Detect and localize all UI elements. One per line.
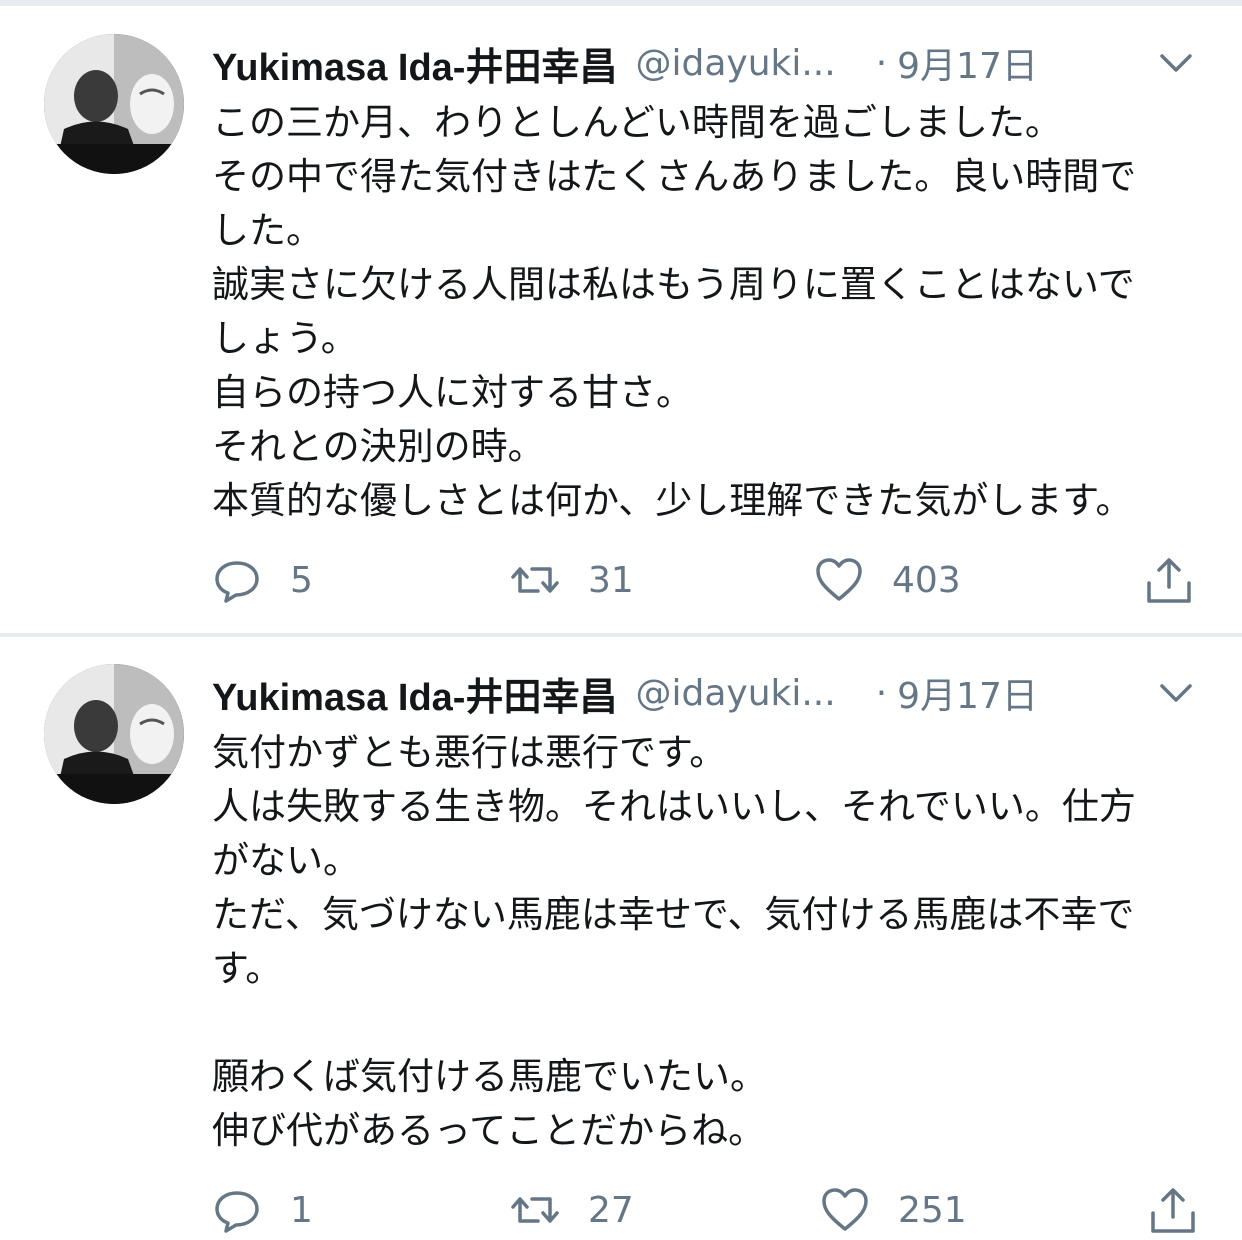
tweet-header: Yukimasa Ida-井田幸昌 @idayuki... · 9月17日 bbox=[212, 666, 1038, 721]
tweet-date[interactable]: 9月17日 bbox=[897, 667, 1038, 719]
share-button[interactable] bbox=[1144, 550, 1194, 610]
reply-icon bbox=[212, 1185, 262, 1235]
tweet-text-line: 本質的な優しさとは何か、少し理解できた気がします。 bbox=[212, 479, 1133, 522]
tweet-actions: 5 31 403 bbox=[0, 550, 1242, 610]
reply-icon bbox=[212, 555, 262, 605]
tweet-text-line: す。 bbox=[212, 947, 283, 990]
reply-count: 1 bbox=[290, 1189, 313, 1231]
tweet-text-line: 気付かずとも悪行は悪行です。 bbox=[212, 731, 727, 774]
tweet[interactable]: Yukimasa Ida-井田幸昌 @idayuki... · 9月17日 この… bbox=[0, 0, 1242, 636]
reply-button[interactable]: 5 bbox=[212, 550, 313, 610]
like-button[interactable]: 251 bbox=[820, 1180, 967, 1240]
retweet-icon bbox=[510, 1185, 560, 1235]
tweet-text-line bbox=[212, 996, 1212, 1050]
tweet-text-line: この三か月、わりとしんどい時間を過ごしました。 bbox=[212, 101, 1062, 144]
reply-count: 5 bbox=[290, 559, 313, 601]
retweet-count: 31 bbox=[588, 559, 634, 601]
tweet-text-line: しょう。 bbox=[212, 317, 358, 360]
tweet-text: この三か月、わりとしんどい時間を過ごしました。 その中で得た気付きはたくさんあり… bbox=[212, 96, 1212, 528]
reply-button[interactable]: 1 bbox=[212, 1180, 313, 1240]
author-handle[interactable]: @idayuki... bbox=[635, 43, 835, 84]
tweet-date[interactable]: 9月17日 bbox=[897, 37, 1038, 89]
retweet-button[interactable]: 27 bbox=[510, 1180, 634, 1240]
heart-icon bbox=[814, 555, 864, 605]
avatar[interactable] bbox=[44, 664, 184, 804]
separator: · bbox=[875, 672, 888, 714]
tweet-header: Yukimasa Ida-井田幸昌 @idayuki... · 9月17日 bbox=[212, 36, 1038, 91]
chevron-down-icon[interactable] bbox=[1156, 42, 1196, 82]
share-icon bbox=[1144, 555, 1194, 605]
retweet-icon bbox=[510, 555, 560, 605]
share-icon bbox=[1148, 1185, 1198, 1235]
heart-icon bbox=[820, 1185, 870, 1235]
share-button[interactable] bbox=[1148, 1180, 1198, 1240]
separator: · bbox=[875, 42, 888, 84]
tweet-text-line: 誠実さに欠ける人間は私はもう周りに置くことはないで bbox=[212, 263, 1135, 306]
tweet-text-line: した。 bbox=[212, 209, 323, 252]
tweet-text-line: 願わくば気付ける馬鹿でいたい。 bbox=[212, 1055, 767, 1098]
like-button[interactable]: 403 bbox=[814, 550, 961, 610]
tweet-text-line: その中で得た気付きはたくさんありました。良い時間で bbox=[212, 155, 1137, 198]
retweet-button[interactable]: 31 bbox=[510, 550, 634, 610]
like-count: 251 bbox=[898, 1189, 967, 1231]
tweet-text-line: がない。 bbox=[212, 839, 360, 882]
tweet-text-line: 自らの持つ人に対する甘さ。 bbox=[212, 371, 693, 414]
tweet-text-line: ただ、気づけない馬鹿は幸せで、気付ける馬鹿は不幸で bbox=[212, 893, 1135, 936]
tweet-text: 気付かずとも悪行は悪行です。 人は失敗する生き物。それはいいし、それでいい。仕方… bbox=[212, 726, 1212, 1158]
author-name[interactable]: Yukimasa Ida-井田幸昌 bbox=[212, 666, 617, 721]
author-handle[interactable]: @idayuki... bbox=[635, 673, 835, 714]
tweet-actions: 1 27 251 bbox=[0, 1180, 1242, 1240]
tweet-text-line: 伸び代があるってことだからね。 bbox=[212, 1109, 766, 1152]
chevron-down-icon[interactable] bbox=[1156, 672, 1196, 712]
retweet-count: 27 bbox=[588, 1189, 634, 1231]
tweet-text-line: それとの決別の時。 bbox=[212, 425, 545, 468]
tweet[interactable]: Yukimasa Ida-井田幸昌 @idayuki... · 9月17日 気付… bbox=[0, 636, 1242, 1234]
avatar[interactable] bbox=[44, 34, 184, 174]
tweet-text-line: 人は失敗する生き物。それはいいし、それでいい。仕方 bbox=[212, 785, 1136, 828]
author-name[interactable]: Yukimasa Ida-井田幸昌 bbox=[212, 36, 617, 91]
like-count: 403 bbox=[892, 559, 961, 601]
